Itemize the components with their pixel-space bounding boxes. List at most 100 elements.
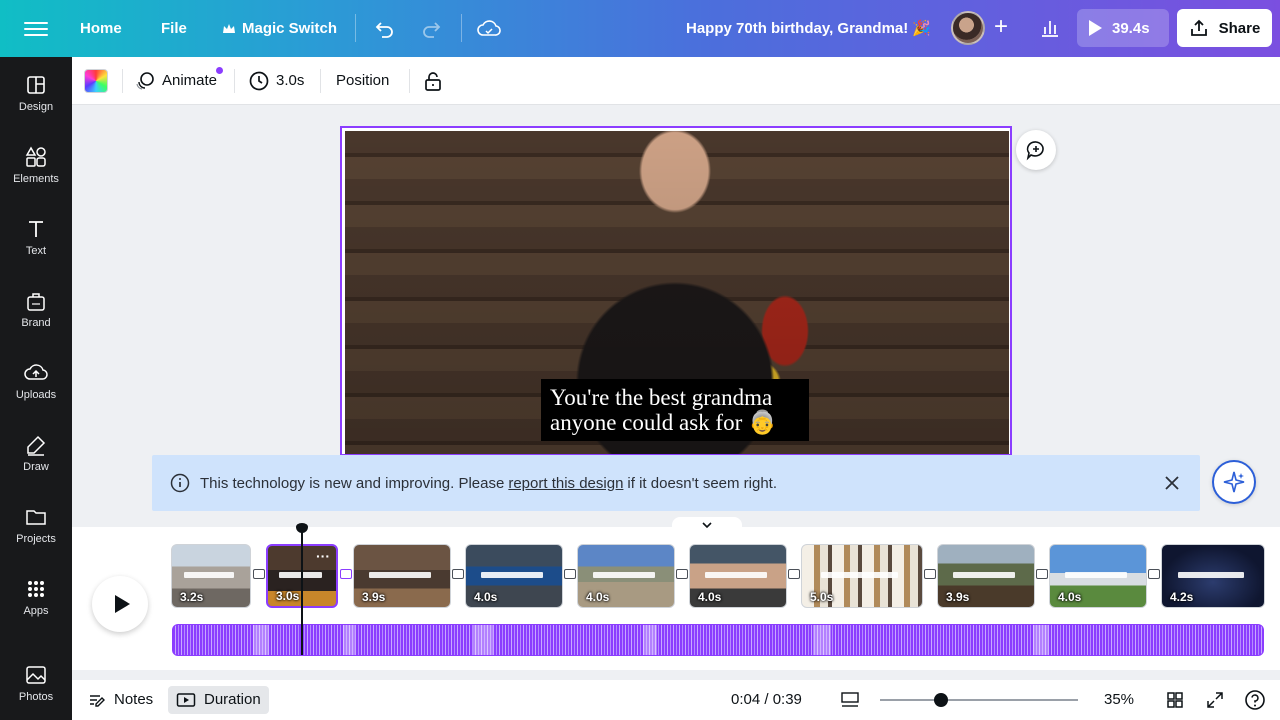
help-button[interactable] — [1244, 686, 1274, 714]
timeline-panel: 3.2s ··· 3.0s 3.9s 4.0s 4.0s 4.0s 5.0s 3… — [72, 517, 1280, 670]
banner-text: This technology is new and improving. Pl… — [200, 474, 505, 492]
sidebar-item-brand[interactable]: Brand — [0, 273, 72, 339]
audio-track[interactable] — [172, 624, 1264, 656]
clip-duration: 3.9s — [362, 590, 386, 604]
divider — [461, 14, 462, 42]
notes-icon — [90, 695, 105, 707]
collapse-timeline-button[interactable] — [672, 517, 742, 531]
sidebar-item-label: Draw — [23, 461, 49, 473]
new-feature-dot — [216, 67, 223, 74]
caption-text-box[interactable]: You're the best grandma anyone could ask… — [541, 379, 809, 441]
transition-icon[interactable] — [924, 569, 936, 579]
transition-icon[interactable] — [340, 569, 352, 579]
waveform-peak — [813, 625, 831, 655]
comment-plus-icon — [1026, 141, 1044, 161]
cloud-save-icon[interactable] — [476, 16, 502, 42]
waveform-peak — [253, 625, 269, 655]
magic-switch-button[interactable]: Magic Switch — [222, 0, 337, 57]
divider — [122, 69, 123, 93]
pages-view-icon — [841, 692, 859, 707]
add-collaborator-icon[interactable]: + — [987, 14, 1015, 42]
transition-icon[interactable] — [564, 569, 576, 579]
sidebar-item-label: Photos — [18, 691, 54, 703]
expand-icon — [1207, 692, 1223, 708]
clip-duration: 4.0s — [474, 590, 498, 604]
sidebar-item-draw[interactable]: Draw — [0, 417, 72, 483]
clip-caption-preview — [1065, 572, 1127, 579]
timeline-clip[interactable]: 3.9s — [937, 544, 1035, 608]
timeline-clip[interactable]: 5.0s — [801, 544, 923, 608]
share-button[interactable]: Share — [1177, 9, 1272, 47]
more-options-icon[interactable]: ··· — [316, 548, 330, 564]
sidebar-item-design[interactable]: Design — [0, 57, 72, 123]
timeline-clip[interactable]: 4.2s — [1161, 544, 1265, 608]
transition-icon[interactable] — [788, 569, 800, 579]
sidebar-item-uploads[interactable]: Uploads — [0, 345, 72, 411]
timeline-clip[interactable]: 4.0s — [465, 544, 563, 608]
notes-button[interactable]: Notes — [88, 686, 153, 714]
sidebar-item-apps[interactable]: Apps — [0, 561, 72, 627]
timeline-clip[interactable]: 4.0s — [577, 544, 675, 608]
zoom-level[interactable]: 35% — [1104, 686, 1134, 714]
zoom-slider-track[interactable] — [880, 699, 1078, 701]
clip-caption-preview — [481, 572, 543, 579]
top-bar: Home File Magic Switch Happy 70th birthd… — [0, 0, 1280, 57]
duration-view-button[interactable]: Duration — [168, 686, 269, 714]
document-title[interactable]: Happy 70th birthday, Grandma! 🎉 — [686, 0, 931, 57]
elements-icon — [25, 146, 46, 167]
help-icon — [1245, 690, 1265, 710]
zoom-slider-handle[interactable] — [934, 693, 948, 707]
magic-assistant-button[interactable] — [1212, 460, 1256, 504]
present-button[interactable]: 39.4s — [1077, 9, 1169, 47]
play-button[interactable] — [92, 576, 148, 632]
pen-icon — [27, 435, 46, 456]
timeline-clip[interactable]: 3.2s — [171, 544, 251, 608]
video-icon — [176, 693, 196, 707]
sidebar-item-projects[interactable]: Projects — [0, 489, 72, 555]
clip-duration: 4.2s — [1170, 590, 1194, 604]
crown-icon — [223, 23, 235, 33]
transition-icon[interactable] — [1036, 569, 1048, 579]
lock-button[interactable] — [422, 57, 450, 105]
close-icon[interactable] — [1162, 473, 1182, 493]
file-menu[interactable]: File — [161, 0, 187, 57]
transition-icon[interactable] — [676, 569, 688, 579]
transition-icon[interactable] — [452, 569, 464, 579]
clip-caption-preview — [593, 572, 655, 579]
page-view-toggle[interactable] — [840, 686, 868, 714]
playback-time: 0:04 / 0:39 — [731, 691, 802, 708]
timeline-clip[interactable]: 4.0s — [1049, 544, 1147, 608]
add-comment-button[interactable] — [1016, 130, 1056, 170]
undo-icon[interactable] — [372, 16, 398, 42]
insights-icon[interactable] — [1033, 10, 1067, 46]
animate-button[interactable]: Animate — [134, 57, 217, 105]
menu-icon[interactable] — [24, 18, 48, 38]
fullscreen-button[interactable] — [1206, 686, 1232, 714]
report-design-link[interactable]: report this design — [508, 475, 623, 492]
share-icon — [1190, 19, 1207, 36]
avatar[interactable] — [951, 11, 985, 45]
animate-label: Animate — [162, 72, 218, 89]
divider — [355, 14, 356, 42]
home-button[interactable]: Home — [80, 0, 122, 57]
playhead[interactable] — [301, 527, 303, 655]
waveform-peak — [1033, 625, 1049, 655]
divider — [320, 69, 321, 93]
timeline-clip[interactable]: 4.0s — [689, 544, 787, 608]
sidebar-item-photos[interactable]: Photos — [0, 653, 72, 719]
clock-icon — [249, 71, 269, 91]
transition-icon[interactable] — [253, 569, 265, 579]
sidebar-item-elements[interactable]: Elements — [0, 129, 72, 195]
color-picker-button[interactable] — [84, 69, 108, 93]
sidebar-item-label: Text — [25, 245, 47, 257]
design-canvas[interactable]: You're the best grandma anyone could ask… — [340, 126, 1012, 456]
left-sidebar: Design Elements Text Brand Uploads Draw … — [0, 57, 72, 720]
duration-button[interactable]: 3.0s — [248, 57, 304, 105]
duration-value: 3.0s — [276, 72, 305, 89]
transition-icon[interactable] — [1148, 569, 1160, 579]
timeline-clip[interactable]: 3.9s — [353, 544, 451, 608]
grid-view-button[interactable] — [1166, 686, 1192, 714]
sidebar-item-text[interactable]: Text — [0, 201, 72, 267]
redo-icon[interactable] — [418, 16, 444, 42]
position-button[interactable]: Position — [336, 57, 389, 105]
